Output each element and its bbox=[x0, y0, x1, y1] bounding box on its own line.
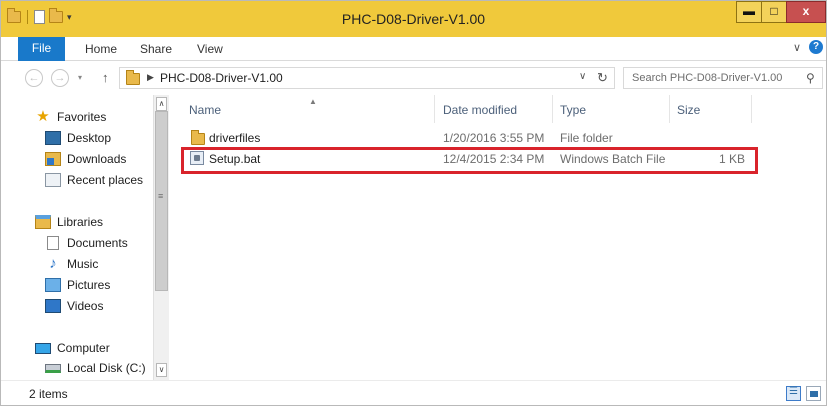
column-divider[interactable] bbox=[434, 95, 435, 123]
file-row[interactable]: driverfiles 1/20/2016 3:55 PM File folde… bbox=[179, 128, 759, 148]
folder-icon bbox=[126, 70, 140, 85]
nav-label: Documents bbox=[67, 236, 128, 250]
navigation-pane: ★ Favorites Desktop Downloads Recent pla… bbox=[1, 95, 169, 380]
title-bar: ▾ PHC-D08-Driver-V1.00 ▬ □ x bbox=[1, 1, 826, 37]
refresh-icon[interactable]: ↻ bbox=[597, 70, 608, 86]
expand-ribbon-icon[interactable]: ∨ bbox=[793, 41, 801, 54]
star-icon: ★ bbox=[36, 108, 50, 125]
videos-icon bbox=[45, 299, 61, 313]
nav-item-desktop[interactable]: Desktop bbox=[45, 131, 111, 145]
window-title: PHC-D08-Driver-V1.00 bbox=[341, 11, 486, 27]
item-count: 2 items bbox=[29, 387, 68, 401]
downloads-icon bbox=[45, 152, 61, 166]
nav-item-local-disk[interactable]: Local Disk (C:) bbox=[45, 361, 146, 375]
music-icon: ♪ bbox=[49, 255, 57, 272]
nav-item-downloads[interactable]: Downloads bbox=[45, 152, 126, 166]
column-divider[interactable] bbox=[669, 95, 670, 123]
nav-item-music[interactable]: ♪ Music bbox=[45, 255, 99, 272]
nav-item-recent-places[interactable]: Recent places bbox=[45, 173, 143, 187]
nav-label: Pictures bbox=[67, 278, 111, 292]
computer-icon bbox=[35, 342, 51, 354]
scrollbar-grip-icon: ≡ bbox=[158, 191, 164, 201]
help-icon[interactable]: ? bbox=[809, 40, 823, 54]
file-name: driverfiles bbox=[209, 131, 261, 145]
nav-favorites[interactable]: ★ Favorites bbox=[35, 108, 107, 125]
minimize-button[interactable]: ▬ bbox=[736, 1, 762, 23]
details-view-icon[interactable] bbox=[786, 386, 801, 401]
address-dropdown-icon[interactable]: ∨ bbox=[579, 71, 586, 82]
nav-label: Music bbox=[67, 257, 99, 271]
scroll-down-icon[interactable]: ∨ bbox=[156, 363, 167, 377]
nav-item-documents[interactable]: Documents bbox=[45, 236, 128, 250]
scroll-up-icon[interactable]: ∧ bbox=[156, 97, 167, 111]
forward-button[interactable]: → bbox=[51, 69, 69, 87]
desktop-icon bbox=[45, 131, 61, 145]
pictures-icon bbox=[45, 278, 61, 292]
tab-share[interactable]: Share bbox=[140, 42, 172, 56]
nav-label: Computer bbox=[57, 341, 110, 355]
search-icon[interactable]: ⚲ bbox=[806, 71, 815, 85]
sort-ascending-icon: ▲ bbox=[309, 97, 317, 106]
recent-places-icon bbox=[45, 173, 61, 187]
nav-computer[interactable]: Computer bbox=[35, 341, 110, 355]
status-bar: 2 items bbox=[1, 380, 826, 405]
maximize-button[interactable]: □ bbox=[761, 1, 787, 23]
column-header-size[interactable]: Size bbox=[677, 103, 700, 117]
nav-label: Recent places bbox=[67, 173, 144, 187]
close-button[interactable]: x bbox=[786, 1, 826, 23]
nav-item-videos[interactable]: Videos bbox=[45, 299, 103, 313]
file-date: 1/20/2016 3:55 PM bbox=[443, 131, 545, 145]
folder-icon bbox=[190, 130, 205, 145]
local-disk-icon bbox=[45, 363, 61, 373]
address-bar[interactable]: ▶ PHC-D08-Driver-V1.00 ∨ ↻ bbox=[119, 67, 615, 89]
column-divider[interactable] bbox=[751, 95, 752, 123]
tab-file[interactable]: File bbox=[18, 37, 65, 61]
file-type: File folder bbox=[560, 131, 613, 145]
navigation-bar: ← → ▾ ↑ ▶ PHC-D08-Driver-V1.00 ∨ ↻ Searc… bbox=[1, 62, 826, 95]
navigation-scrollbar[interactable]: ∧ ≡ ∨ bbox=[153, 95, 169, 380]
large-icons-view-icon[interactable] bbox=[806, 386, 821, 401]
libraries-icon bbox=[35, 215, 51, 229]
tab-home[interactable]: Home bbox=[85, 42, 117, 56]
column-header-name[interactable]: Name bbox=[189, 103, 221, 117]
highlight-box bbox=[181, 147, 758, 174]
nav-libraries[interactable]: Libraries bbox=[35, 215, 103, 229]
nav-label: Favorites bbox=[57, 110, 107, 124]
nav-item-pictures[interactable]: Pictures bbox=[45, 278, 110, 292]
nav-label: Desktop bbox=[67, 131, 112, 145]
nav-label: Local Disk (C:) bbox=[67, 361, 146, 375]
column-header-date[interactable]: Date modified bbox=[443, 103, 517, 117]
search-input[interactable]: Search PHC-D08-Driver-V1.00 ⚲ bbox=[623, 67, 823, 89]
breadcrumb[interactable]: PHC-D08-Driver-V1.00 bbox=[160, 71, 283, 85]
column-header-type[interactable]: Type bbox=[560, 103, 586, 117]
file-list: Name ▲ Date modified Type Size driverfil… bbox=[169, 95, 826, 380]
tab-view[interactable]: View bbox=[197, 42, 223, 56]
explorer-window: ▾ PHC-D08-Driver-V1.00 ▬ □ x File Home S… bbox=[0, 0, 827, 406]
nav-label: Videos bbox=[67, 299, 104, 313]
breadcrumb-arrow-icon[interactable]: ▶ bbox=[147, 72, 154, 83]
column-divider[interactable] bbox=[552, 95, 553, 123]
nav-label: Downloads bbox=[67, 152, 127, 166]
scrollbar-thumb[interactable] bbox=[155, 111, 168, 291]
search-placeholder: Search PHC-D08-Driver-V1.00 bbox=[632, 72, 783, 84]
recent-locations-icon[interactable]: ▾ bbox=[78, 73, 82, 82]
back-button[interactable]: ← bbox=[25, 69, 43, 87]
nav-label: Libraries bbox=[57, 215, 104, 229]
ribbon-tabs: File Home Share View ∨ ? bbox=[1, 37, 826, 61]
up-button[interactable]: ↑ bbox=[102, 70, 109, 85]
documents-icon bbox=[47, 236, 59, 250]
